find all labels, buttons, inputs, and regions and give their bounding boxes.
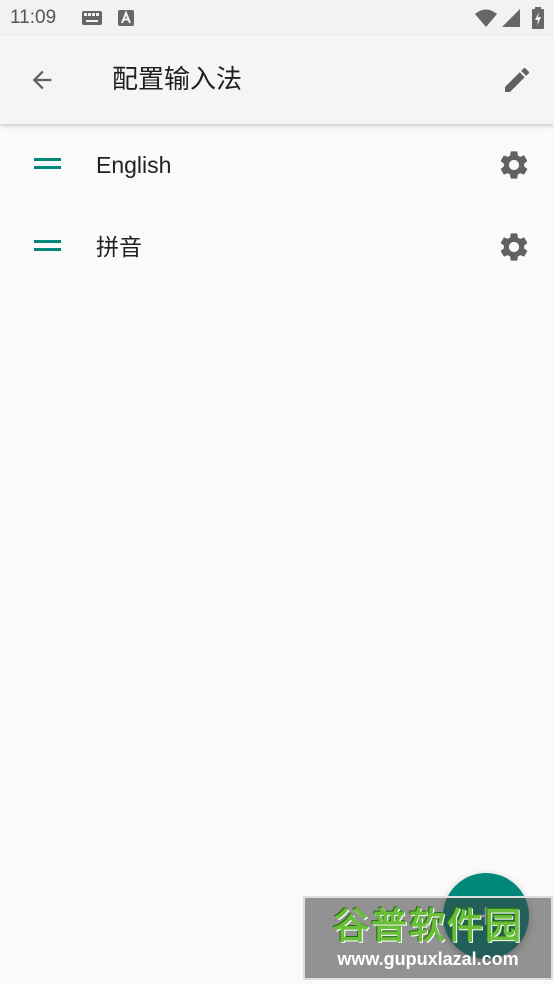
signal-icon	[502, 9, 520, 27]
gear-icon	[500, 151, 528, 179]
app-bar: 配置输入法	[0, 36, 554, 124]
watermark-name: 谷普软件园	[332, 906, 523, 947]
watermark-logo: 谷普软件园 www.gupuxlazal.com	[303, 896, 553, 980]
drag-handle-icon[interactable]	[34, 240, 61, 254]
list-item-label: 拼音	[96, 234, 142, 260]
settings-button[interactable]	[490, 141, 538, 189]
battery-icon	[532, 7, 544, 29]
keyboard-icon	[82, 11, 102, 25]
back-arrow-icon	[32, 70, 52, 90]
list-item[interactable]: 拼音	[0, 206, 554, 288]
wifi-icon	[475, 9, 497, 27]
status-time: 11:09	[10, 7, 57, 28]
edit-pencil-icon	[505, 67, 530, 92]
input-method-list: English 拼音	[0, 124, 554, 288]
settings-button[interactable]	[490, 223, 538, 271]
list-item-label: English	[96, 152, 172, 178]
a-icon	[118, 10, 134, 26]
page-title: 配置输入法	[112, 65, 243, 95]
edit-button[interactable]	[493, 56, 541, 104]
back-button[interactable]	[18, 56, 66, 104]
watermark-url: www.gupuxlazal.com	[337, 949, 519, 969]
drag-handle-icon[interactable]	[34, 158, 61, 172]
status-bar: 11:09	[0, 0, 554, 36]
gear-icon	[500, 233, 528, 261]
list-item[interactable]: English	[0, 124, 554, 206]
